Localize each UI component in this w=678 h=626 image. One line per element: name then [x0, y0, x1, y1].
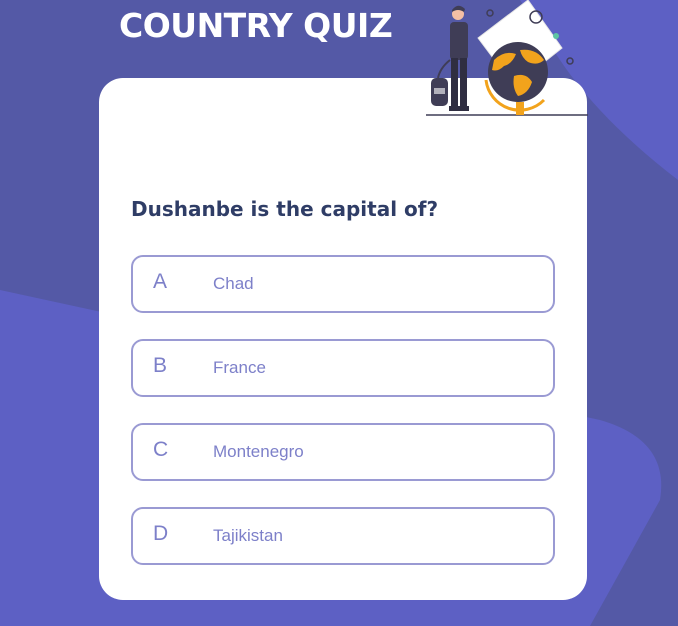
option-text: Tajikistan	[213, 526, 283, 545]
option-letter: A	[153, 270, 168, 293]
answer-option-a[interactable]: A Chad	[131, 255, 555, 313]
option-letter: B	[153, 354, 168, 377]
answer-option-b[interactable]: B France	[131, 339, 555, 397]
option-text: Montenegro	[213, 442, 304, 461]
question-text: Dushanbe is the capital of?	[131, 197, 439, 221]
option-text: France	[213, 358, 266, 377]
option-letter: C	[153, 438, 169, 461]
answer-option-c[interactable]: C Montenegro	[131, 423, 555, 481]
traveler-with-globe-icon	[426, 0, 588, 116]
option-letter: D	[153, 522, 169, 545]
app-title: COUNTRY QUIZ	[119, 6, 393, 45]
option-text: Chad	[213, 274, 254, 293]
answer-option-d[interactable]: D Tajikistan	[131, 507, 555, 565]
